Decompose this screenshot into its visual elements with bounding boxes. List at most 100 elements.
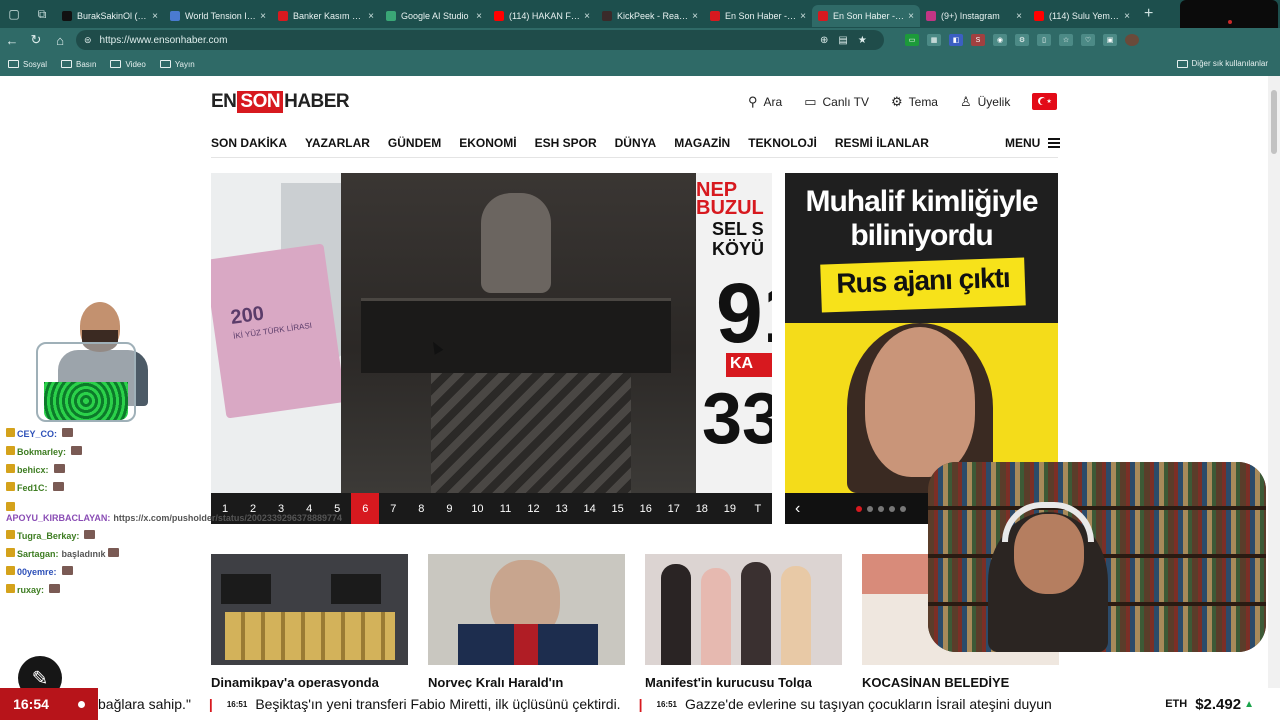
slider-page-button[interactable]: 19 bbox=[716, 493, 744, 524]
close-icon[interactable]: × bbox=[368, 11, 374, 22]
slider-page-button[interactable]: 15 bbox=[604, 493, 632, 524]
close-icon[interactable]: × bbox=[584, 11, 590, 22]
reader-icon[interactable]: ▤ bbox=[838, 35, 847, 46]
browser-tab[interactable]: (9+) Instagram × bbox=[920, 5, 1028, 27]
bookmark-folder[interactable]: Yayın bbox=[159, 60, 195, 69]
carousel-dot[interactable] bbox=[889, 505, 896, 512]
avatar[interactable] bbox=[1125, 34, 1139, 46]
favorites-icon[interactable]: ☆ bbox=[1059, 34, 1073, 46]
nav-item[interactable]: EKONOMİ bbox=[459, 136, 516, 150]
page-scrollbar[interactable] bbox=[1268, 76, 1280, 688]
extension-icon[interactable]: S bbox=[971, 34, 985, 46]
search-button[interactable]: ⚲ Ara bbox=[748, 94, 782, 110]
browser-tab[interactable]: (114) Sulu Yemekler× bbox=[1028, 5, 1136, 27]
slider-page-button[interactable]: 13 bbox=[548, 493, 576, 524]
carousel-dot[interactable] bbox=[878, 505, 885, 512]
other-bookmarks[interactable]: Diğer sık kullanılanlar bbox=[1176, 59, 1268, 68]
home-icon[interactable]: ⌂ bbox=[48, 33, 72, 48]
carousel-dot[interactable] bbox=[900, 505, 907, 512]
slider-page-button[interactable]: 16 bbox=[632, 493, 660, 524]
nav-item[interactable]: ESH SPOR bbox=[535, 136, 597, 150]
extension-icon[interactable]: ⚙ bbox=[1015, 34, 1029, 46]
browser-tab[interactable]: En Son Haber - Hab× bbox=[812, 5, 920, 27]
nav-item[interactable]: DÜNYA bbox=[615, 136, 657, 150]
browser-tab[interactable]: Google AI Studio × bbox=[380, 5, 488, 27]
nav-item[interactable]: MAGAZİN bbox=[674, 136, 730, 150]
tab-actions-icon[interactable]: ⧉ bbox=[28, 0, 56, 28]
chat-username[interactable]: 00yemre: bbox=[17, 566, 57, 578]
carousel-dot[interactable] bbox=[856, 505, 863, 512]
slider-page-button[interactable]: 18 bbox=[688, 493, 716, 524]
nav-item[interactable]: YAZARLAR bbox=[305, 136, 370, 150]
collections-icon[interactable]: ▣ bbox=[1103, 34, 1117, 46]
close-icon[interactable]: × bbox=[800, 11, 806, 22]
slider-page-button[interactable]: 10 bbox=[463, 493, 491, 524]
bookmark-folder[interactable]: Sosyal bbox=[8, 60, 47, 69]
browser-tab[interactable]: World Tension Index× bbox=[164, 5, 272, 27]
chat-username[interactable]: Bokmarley: bbox=[17, 446, 66, 458]
slider-page-button[interactable]: 11 bbox=[491, 493, 519, 524]
chat-username[interactable]: ruxay: bbox=[17, 584, 44, 596]
slider-page-button[interactable]: 8 bbox=[407, 493, 435, 524]
site-info-icon[interactable]: ⊜ bbox=[84, 35, 92, 46]
close-icon[interactable]: × bbox=[152, 11, 158, 22]
turkey-flag-icon[interactable]: ★ bbox=[1032, 93, 1058, 110]
news-card[interactable]: Norveç Kralı Harald'ın bbox=[428, 554, 625, 688]
chat-username[interactable]: CEY_CO: bbox=[17, 428, 57, 440]
extension-icon[interactable]: ◧ bbox=[949, 34, 963, 46]
url-bar[interactable]: ⊜ https://www.ensonhaber.com bbox=[76, 30, 884, 50]
close-icon[interactable]: × bbox=[692, 11, 698, 22]
browser-tab[interactable]: Banker Kasım aydın× bbox=[272, 5, 380, 27]
split-screen-icon[interactable]: ▯ bbox=[1037, 34, 1051, 46]
theme-button[interactable]: ⚙ Tema bbox=[891, 94, 938, 110]
membership-button[interactable]: ♙ Üyelik bbox=[960, 94, 1010, 110]
browser-tab[interactable]: (114) HAKAN FİDAN× bbox=[488, 5, 596, 27]
browser-tab[interactable]: En Son Haber - Hab× bbox=[704, 5, 812, 27]
nav-item[interactable]: TEKNOLOJİ bbox=[748, 136, 817, 150]
live-tv-button[interactable]: ▭ Canlı TV bbox=[804, 94, 869, 110]
scrollbar-thumb[interactable] bbox=[1271, 90, 1277, 154]
chat-username[interactable]: Fed1C: bbox=[17, 482, 48, 494]
slider-page-button[interactable]: 6 bbox=[351, 493, 380, 524]
extension-icon[interactable]: ▦ bbox=[927, 34, 941, 46]
ticker-item[interactable]: bağlara sahip." bbox=[98, 696, 191, 712]
headline-slider[interactable]: 200 İKİ YÜZ TÜRK LİRASI NEP BUZUL SEL S K… bbox=[211, 173, 772, 493]
slider-page-button[interactable]: 12 bbox=[520, 493, 548, 524]
close-icon[interactable]: × bbox=[476, 11, 482, 22]
close-icon[interactable]: × bbox=[1016, 11, 1022, 22]
extension-icon[interactable]: ◉ bbox=[993, 34, 1007, 46]
browser-tab[interactable]: KickPeek - Real-time× bbox=[596, 5, 704, 27]
slider-page-button[interactable]: 14 bbox=[576, 493, 604, 524]
slider-page-button[interactable]: 9 bbox=[435, 493, 463, 524]
nav-item[interactable]: GÜNDEM bbox=[388, 136, 441, 150]
ticker-item[interactable]: | 16:51 Beşiktaş'ın yeni transferi Fabio M… bbox=[209, 696, 621, 712]
back-icon[interactable]: ← bbox=[0, 33, 24, 48]
chat-username[interactable]: Sartagan: bbox=[17, 548, 59, 560]
profile-icon[interactable]: ▢ bbox=[0, 0, 28, 28]
chat-username[interactable]: behicx: bbox=[17, 464, 49, 476]
new-tab-button[interactable]: + bbox=[1144, 5, 1153, 23]
heart-icon[interactable]: ♡ bbox=[1081, 34, 1095, 46]
carousel-dot[interactable] bbox=[867, 505, 874, 512]
bookmark-folder[interactable]: Video bbox=[110, 60, 146, 69]
slider-page-button[interactable]: T bbox=[744, 493, 772, 524]
zoom-icon[interactable]: ⊕ bbox=[820, 35, 828, 46]
news-card[interactable]: Manifest'in kurucusu Tolga bbox=[645, 554, 842, 688]
menu-button[interactable]: MENU bbox=[1005, 136, 1061, 150]
chevron-left-icon[interactable]: ‹ bbox=[795, 500, 800, 518]
close-icon[interactable]: × bbox=[260, 11, 266, 22]
star-icon[interactable]: ★ bbox=[858, 35, 867, 46]
nav-item[interactable]: RESMİ İLANLAR bbox=[835, 136, 929, 150]
slider-page-button[interactable]: 7 bbox=[379, 493, 407, 524]
close-icon[interactable]: × bbox=[908, 11, 914, 22]
bookmark-folder[interactable]: Basın bbox=[61, 60, 96, 69]
site-logo[interactable]: EN SON HABER bbox=[211, 91, 350, 113]
close-icon[interactable]: × bbox=[1124, 11, 1130, 22]
chat-username[interactable]: Tugra_Berkay: bbox=[17, 530, 79, 542]
reload-icon[interactable]: ↻ bbox=[24, 32, 48, 48]
news-card[interactable]: Dinamikpay'a operasyonda bbox=[211, 554, 408, 688]
extension-icon[interactable]: ▭ bbox=[905, 34, 919, 46]
ticker-item[interactable]: | 16:51 Gazze'de evlerine su taşıyan çocuk… bbox=[639, 696, 1052, 712]
ticker-track[interactable]: bağlara sahip." | 16:51 Beşiktaş'ın yeni tr… bbox=[98, 688, 1123, 720]
chat-username[interactable]: APOYU_KIRBACLAYAN: bbox=[6, 513, 110, 523]
